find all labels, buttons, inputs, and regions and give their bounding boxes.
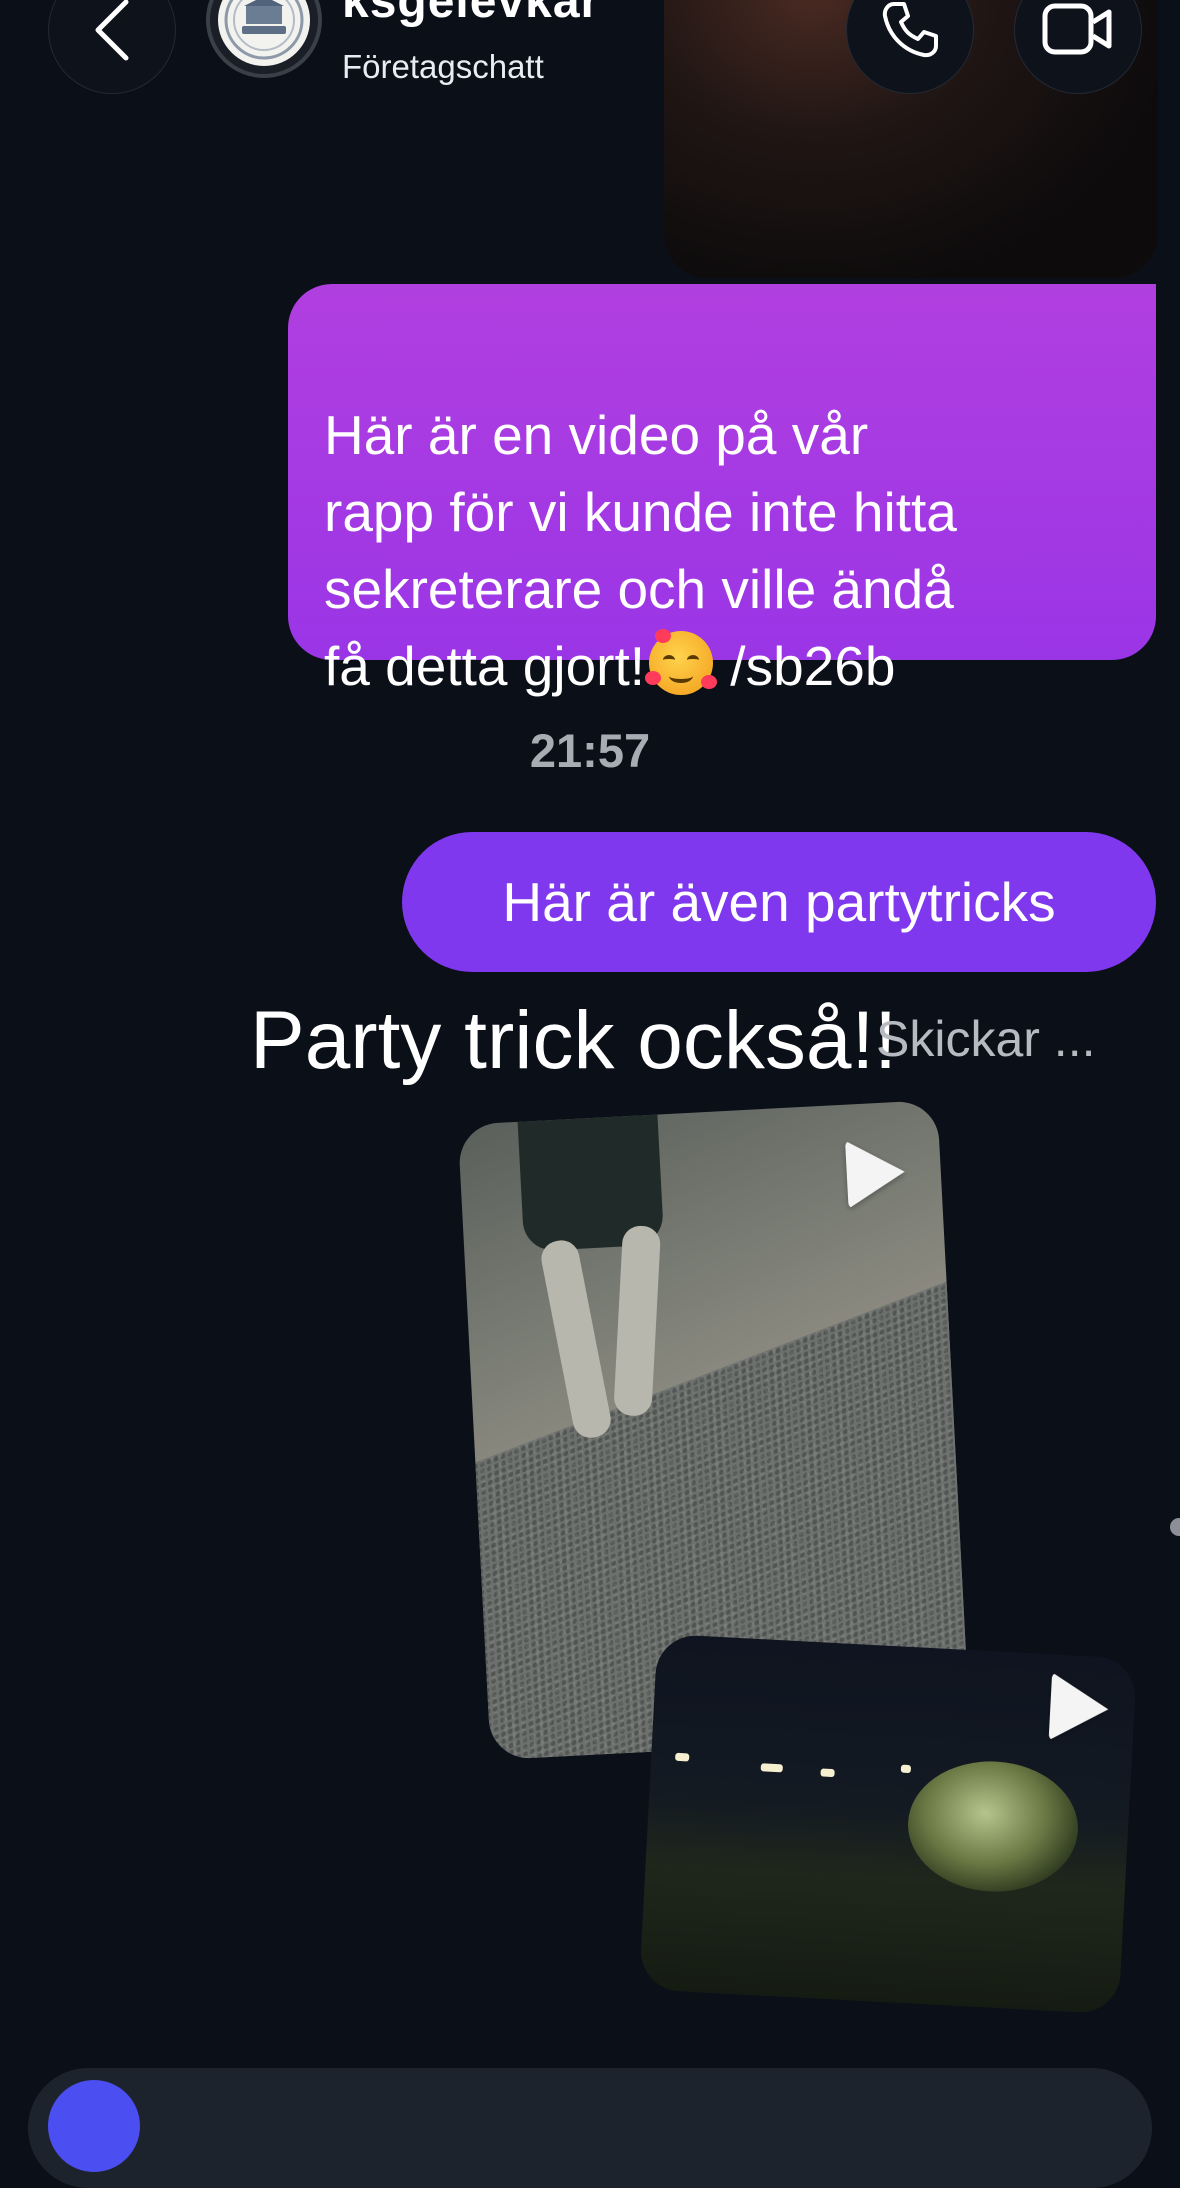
video-thumbnail-leg [613, 1225, 662, 1417]
organization-seal-logo [218, 0, 310, 66]
camera-button[interactable] [48, 2080, 140, 2172]
video-camera-icon [1042, 3, 1112, 55]
play-icon[interactable] [1048, 1672, 1111, 1744]
message-text: Här är även partytricks [502, 871, 1056, 933]
video-thumbnail-light [820, 1768, 835, 1778]
chat-subtitle: Företagschatt [342, 48, 544, 85]
message-signature: /sb26b [715, 635, 896, 697]
video-attachment[interactable] [639, 1633, 1137, 2015]
message-caption: Party trick också!! [250, 995, 898, 1086]
smiling-face-with-hearts-icon [645, 629, 718, 695]
chevron-left-icon [95, 0, 129, 61]
chat-avatar[interactable] [206, 0, 322, 78]
video-thumbnail-light [900, 1764, 912, 1774]
outgoing-message-bubble[interactable]: Här är även partytricks [402, 832, 1156, 972]
message-timestamp: 21:57 [529, 724, 651, 777]
scroll-indicator[interactable] [1170, 1518, 1180, 1536]
message-composer[interactable] [28, 2068, 1152, 2188]
sending-status: Skickar ... [876, 1011, 1096, 1067]
play-icon[interactable] [845, 1137, 907, 1209]
video-thumbnail-tree [904, 1757, 1082, 1896]
video-thumbnail-leg [538, 1237, 614, 1441]
back-button[interactable] [48, 0, 176, 94]
video-thumbnail-light [675, 1752, 690, 1762]
outgoing-message-bubble[interactable]: Här är en video på vår rapp för vi kunde… [288, 284, 1156, 697]
video-thumbnail-light [760, 1763, 783, 1773]
phone-icon [882, 2, 938, 58]
chat-title: ksgelevkar [342, 0, 601, 28]
